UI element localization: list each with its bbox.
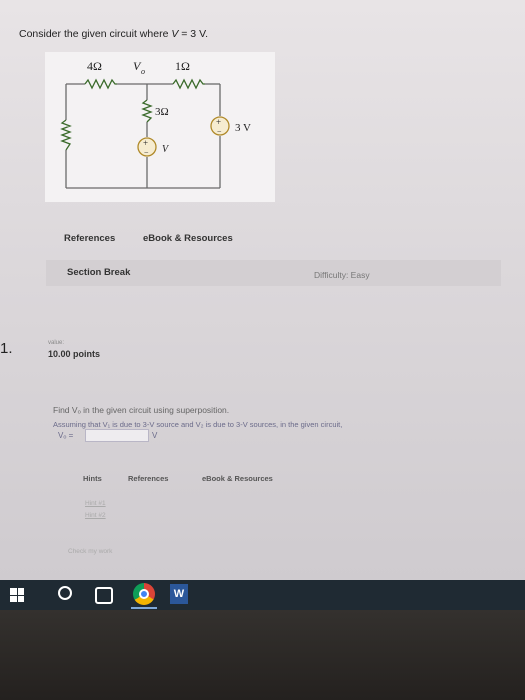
chrome-active-indicator <box>131 607 157 609</box>
answer-label: Vₒ = <box>58 431 74 440</box>
ebook-link[interactable]: eBook & Resources <box>143 233 233 244</box>
minus-sign-v: − <box>144 148 149 157</box>
prompt-prefix: Consider the given circuit where <box>19 28 172 40</box>
label-3ohm: 3Ω <box>155 106 169 118</box>
prompt-suffix: = 3 V. <box>178 28 209 40</box>
label-1ohm: 1Ω <box>175 59 190 73</box>
question-instruction: Find Vₒ in the given circuit using super… <box>53 405 230 415</box>
monitor-bezel <box>0 610 525 700</box>
points-label: 10.00 points <box>48 349 101 359</box>
assumption-text: Assuming that V₁ is due to 3-V source an… <box>53 420 343 429</box>
circuit-diagram: 4Ω V o 1Ω 3Ω 5Ω 3 V V + − + − <box>45 52 275 202</box>
references-link[interactable]: References <box>64 233 115 244</box>
minus-sign-3v: − <box>217 127 222 136</box>
taskbar: W <box>0 580 525 610</box>
chrome-icon[interactable] <box>133 583 155 605</box>
ebook-link-bottom[interactable]: eBook & Resources <box>202 474 273 483</box>
hints-link[interactable]: Hints <box>83 474 102 483</box>
answer-input[interactable] <box>85 429 149 442</box>
unit-label: V <box>152 431 158 440</box>
label-vo-subscript: o <box>141 67 145 76</box>
label-3v-source: 3 V <box>235 122 251 134</box>
references-link-bottom[interactable]: References <box>128 474 168 483</box>
plus-sign-3v: + <box>216 117 221 127</box>
question-number: 1. <box>0 340 13 357</box>
browser-content: Consider the given circuit where V = 3 V… <box>0 0 525 580</box>
question-prompt: Consider the given circuit where V = 3 V… <box>19 28 208 40</box>
word-icon[interactable]: W <box>170 584 188 604</box>
check-my-work-button[interactable]: Check my work <box>68 548 112 555</box>
task-view-icon[interactable] <box>95 587 113 604</box>
value-label: value: <box>48 340 65 346</box>
search-icon[interactable] <box>58 586 72 600</box>
difficulty-label: Difficulty: Easy <box>314 270 370 280</box>
hint-2-link[interactable]: Hint #2 <box>85 512 106 519</box>
label-4ohm: 4Ω <box>87 59 102 73</box>
start-icon[interactable] <box>10 588 24 602</box>
plus-sign-v: + <box>143 138 148 148</box>
section-break-label: Section Break <box>67 267 131 278</box>
word-icon-label: W <box>173 588 185 600</box>
hint-1-link[interactable]: Hint #1 <box>85 500 106 507</box>
